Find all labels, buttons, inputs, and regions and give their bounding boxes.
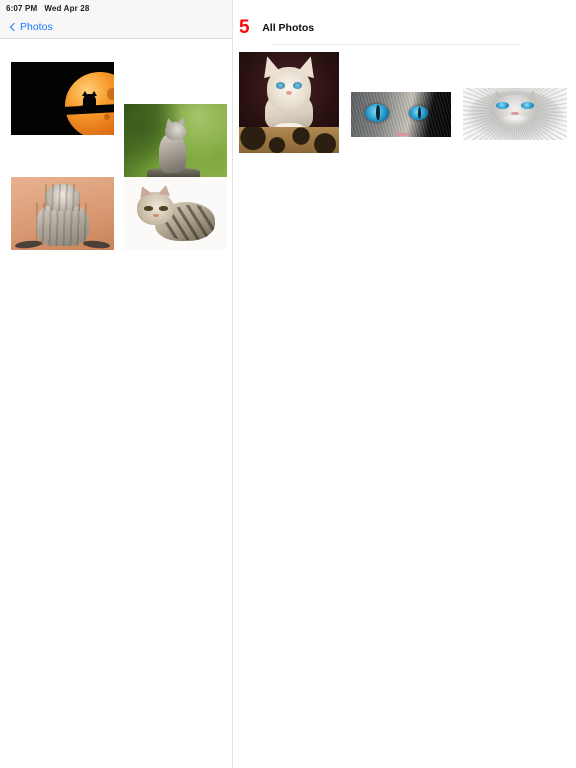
photo-count-badge: 5 (239, 17, 250, 38)
photo-thumbnail-2[interactable] (124, 104, 227, 177)
cat-eye-right (409, 105, 428, 121)
photo-kitten-foliage (124, 104, 227, 177)
leopard-blanket (239, 126, 339, 153)
cat-pupil-left (375, 105, 380, 120)
detail-panel: 5 All Photos (232, 0, 576, 768)
cat-nose (395, 132, 409, 137)
cat-paw-left (14, 239, 43, 249)
back-button-label: Photos (20, 21, 53, 33)
cat-eye-left (143, 206, 153, 211)
status-date: Wed Apr 28 (44, 3, 90, 13)
master-photo-grid (0, 40, 232, 768)
photo-thumbnail-3[interactable] (11, 177, 114, 250)
cat-ear-right (158, 184, 172, 196)
photo-scottish-fold (11, 177, 114, 250)
photo-thumbnail-7[interactable] (463, 88, 567, 140)
photo-moon-cat (11, 62, 114, 135)
back-button[interactable]: Photos (10, 16, 53, 38)
photo-white-kitten (239, 52, 339, 153)
status-time: 6:07 PM (6, 3, 38, 13)
cat-eye-left (365, 103, 389, 122)
photo-thumbnail-1[interactable] (11, 62, 114, 135)
cat-pupil-right (417, 106, 421, 119)
photo-thumbnail-4[interactable] (124, 177, 227, 250)
cat-eye-left (496, 101, 509, 109)
status-bar-left: 6:07 PM Wed Apr 28 (6, 4, 90, 13)
fur-stripes (44, 183, 80, 212)
photo-tabby-kitten (124, 177, 227, 250)
detail-panel-header: 5 All Photos (233, 16, 576, 39)
moon-crater (103, 113, 111, 120)
cat-paw-right (82, 239, 111, 249)
cat-head (44, 183, 80, 212)
moon-crater (106, 88, 114, 100)
detail-panel-title: All Photos (262, 21, 315, 34)
photo-blue-eyes-closeup (351, 92, 451, 137)
photo-thumbnail-6[interactable] (351, 92, 451, 137)
cat-eye-right (159, 206, 169, 211)
detail-photo-grid (233, 45, 576, 768)
chevron-left-icon (10, 22, 17, 33)
cat-eye-right (521, 101, 534, 109)
photo-silver-cat-face (463, 88, 567, 140)
photo-thumbnail-5[interactable] (239, 52, 339, 153)
